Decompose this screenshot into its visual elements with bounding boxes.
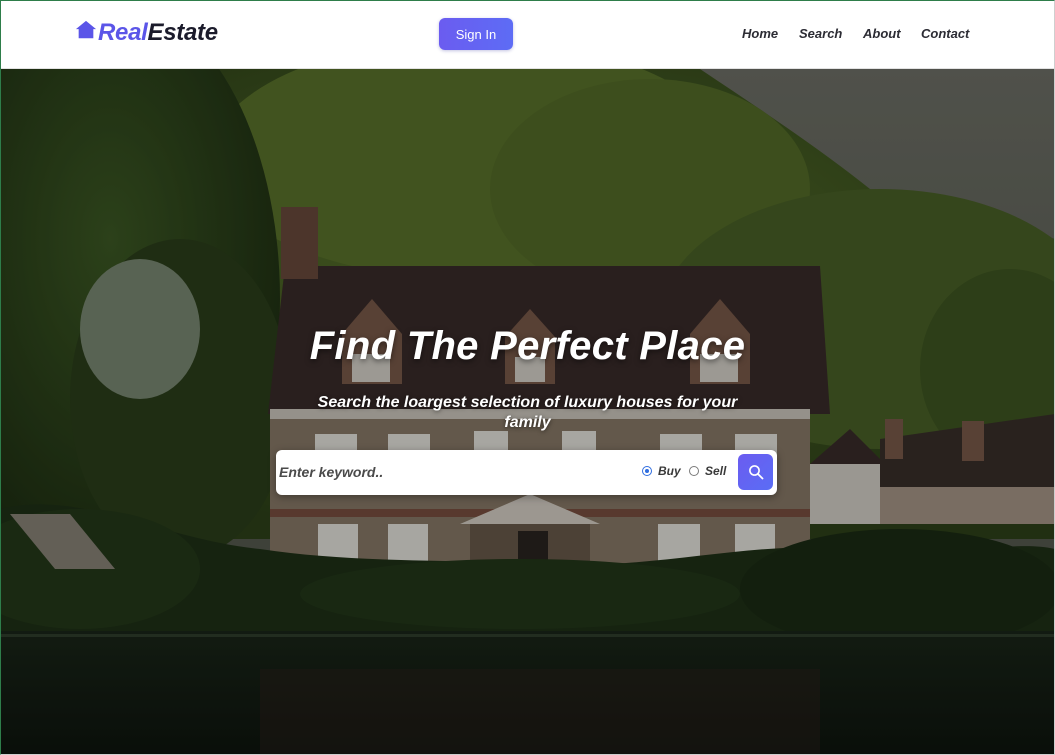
hero-section: Find The Perfect Place Search the loarge… xyxy=(0,69,1055,755)
site-header: Real Estate Sign In Home Search About Con… xyxy=(0,0,1055,69)
nav-about-link[interactable]: About xyxy=(863,26,901,41)
buy-radio[interactable] xyxy=(642,466,652,476)
sell-label: Sell xyxy=(705,464,727,478)
search-input[interactable] xyxy=(279,456,629,488)
sell-radio[interactable] xyxy=(689,466,699,476)
hero-subtitle: Search the loargest selection of luxury … xyxy=(317,394,738,431)
buy-label: Buy xyxy=(658,464,681,478)
search-icon xyxy=(748,465,763,480)
logo[interactable]: Real Estate xyxy=(75,19,218,47)
logo-text-real: Real xyxy=(98,19,148,46)
sell-option[interactable]: Sell xyxy=(689,464,726,478)
search-form: Buy Sell xyxy=(276,450,777,495)
nav-contact-link[interactable]: Contact xyxy=(921,26,969,41)
nav-home-link[interactable]: Home xyxy=(742,26,778,41)
search-button[interactable] xyxy=(738,454,773,490)
logo-text-estate: Estate xyxy=(147,19,219,46)
house-icon xyxy=(75,20,97,39)
buy-option[interactable]: Buy xyxy=(642,464,681,478)
sign-in-button[interactable]: Sign In xyxy=(439,18,513,50)
nav-search-link[interactable]: Search xyxy=(799,26,842,41)
hero-title: Find The Perfect Place xyxy=(309,324,746,368)
